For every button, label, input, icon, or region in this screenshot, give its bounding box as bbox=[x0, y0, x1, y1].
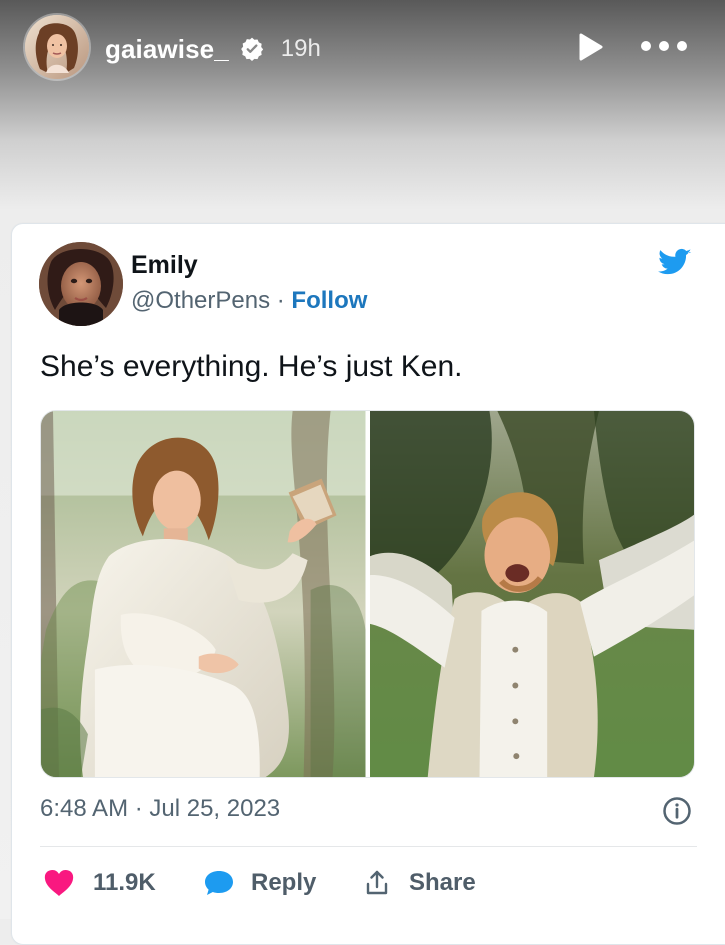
like-count: 11.9K bbox=[93, 869, 156, 896]
tweet-divider bbox=[40, 846, 697, 847]
tweet-author-meta: @OtherPens · Follow bbox=[131, 286, 367, 316]
story-time: 19h bbox=[280, 35, 321, 62]
reply-label: Reply bbox=[251, 869, 317, 896]
reply-button[interactable]: Reply bbox=[203, 869, 363, 897]
share-label: Share bbox=[409, 869, 476, 896]
tweet-author-name[interactable]: Emily bbox=[131, 250, 198, 280]
tweet-timestamp[interactable]: 6:48 AM · Jul 25, 2023 bbox=[40, 793, 280, 825]
tweet-action-bar: 11.9K Reply Share bbox=[43, 864, 503, 902]
tweet-media-grid[interactable] bbox=[40, 410, 695, 778]
tweet-author-handle[interactable]: @OtherPens bbox=[131, 287, 270, 314]
story-header: gaiawise_ 19h bbox=[0, 0, 725, 100]
story-avatar[interactable] bbox=[25, 15, 89, 79]
twitter-bird-icon[interactable] bbox=[655, 245, 695, 279]
share-icon bbox=[366, 870, 388, 895]
heart-icon bbox=[44, 870, 74, 896]
story-username[interactable]: gaiawise_ bbox=[105, 34, 229, 65]
story-avatar-image bbox=[25, 15, 89, 79]
more-icon[interactable] bbox=[641, 36, 687, 56]
more-dot-icon bbox=[659, 41, 669, 51]
more-dot-icon bbox=[641, 41, 651, 51]
play-icon[interactable] bbox=[577, 32, 605, 62]
more-dot-icon bbox=[677, 41, 687, 51]
verified-icon bbox=[240, 37, 263, 62]
like-button[interactable]: 11.9K bbox=[43, 869, 203, 897]
tweet-author-avatar-image bbox=[39, 242, 123, 326]
tweet-photo-left[interactable] bbox=[41, 411, 366, 777]
share-button[interactable]: Share bbox=[363, 869, 503, 897]
story-user: gaiawise_ 19h bbox=[105, 33, 321, 65]
tweet-photo-right[interactable] bbox=[369, 411, 694, 777]
tweet-author-avatar[interactable] bbox=[39, 242, 123, 326]
info-icon[interactable] bbox=[662, 796, 692, 826]
woman-reading-photo bbox=[41, 411, 366, 777]
follow-button[interactable]: Follow bbox=[291, 287, 367, 314]
speech-bubble-icon bbox=[205, 871, 233, 895]
tweet-meta-separator: · bbox=[270, 287, 292, 314]
man-cheering-photo bbox=[369, 411, 694, 777]
tweet-text: She’s everything. He’s just Ken. bbox=[40, 350, 463, 383]
